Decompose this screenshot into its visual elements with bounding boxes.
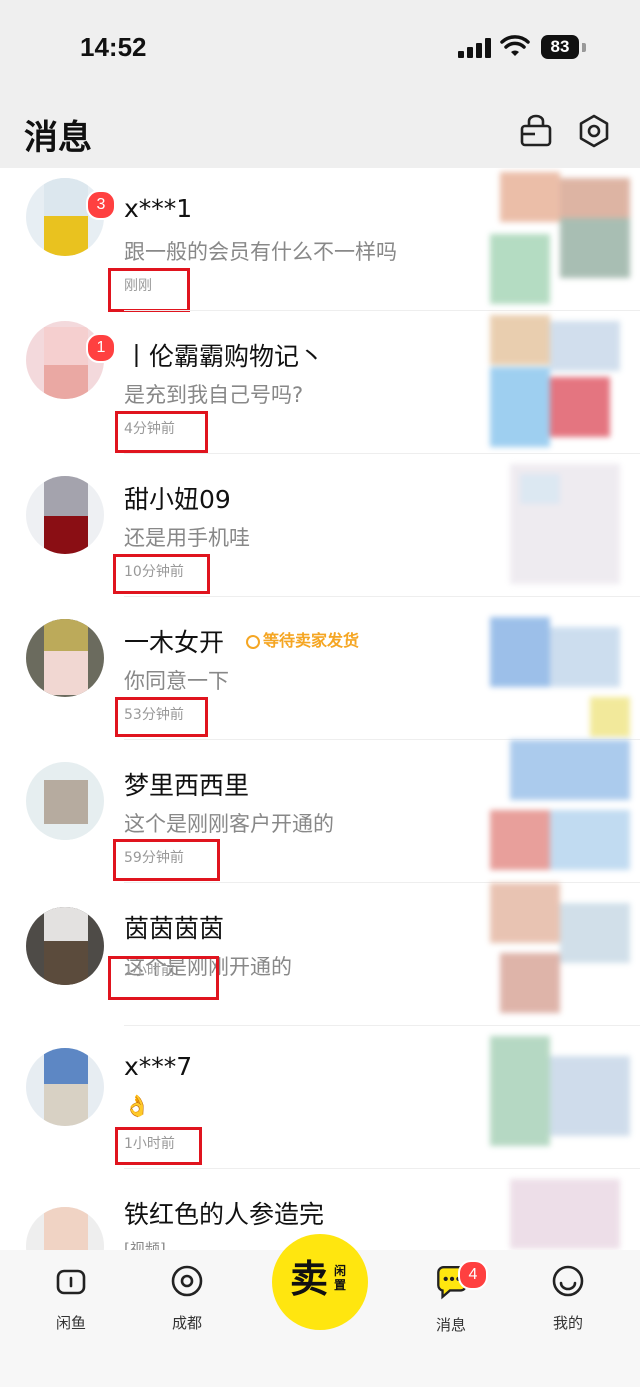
conversation-list[interactable]: 3 x***1 跟一般的会员有什么不一样吗 刚刚 1 丨伦霸霸购物记丶 是充到我…	[0, 168, 640, 1250]
conversation-row[interactable]: 茵茵茵茵 这个是刚刚开通的 1小时前	[0, 883, 640, 1026]
tab-xianyu[interactable]: 闲鱼	[26, 1264, 116, 1333]
avatar[interactable]	[26, 762, 104, 840]
item-thumbnail[interactable]	[490, 168, 640, 311]
contact-name: x***7	[124, 1052, 193, 1081]
conversation-row[interactable]: 梦里西西里 这个是刚刚客户开通的 59分钟前	[0, 740, 640, 883]
highlight-box	[113, 554, 210, 594]
sell-sublabel: 闲置	[334, 1264, 347, 1292]
message-preview: 👌	[124, 1094, 151, 1118]
page-header: 消息	[0, 96, 640, 168]
highlight-box	[115, 411, 208, 453]
contact-name: x***1	[124, 194, 193, 223]
battery-icon: 83	[541, 35, 579, 59]
highlight-box	[115, 1127, 202, 1165]
page-title: 消息	[24, 118, 92, 158]
item-thumbnail[interactable]	[490, 1026, 640, 1169]
cellular-signal-icon	[458, 38, 492, 58]
contact-name: 梦里西西里	[124, 771, 250, 800]
tab-chengdu[interactable]: 成都	[142, 1264, 232, 1333]
message-preview: 你同意一下	[124, 669, 229, 693]
tab-label: 成都	[171, 1314, 202, 1332]
item-thumbnail[interactable]	[490, 311, 640, 454]
sell-label: 卖	[290, 1257, 329, 1301]
conversation-row[interactable]: 1 丨伦霸霸购物记丶 是充到我自己号吗? 4分钟前	[0, 311, 640, 454]
battery-tip	[582, 43, 586, 52]
item-thumbnail[interactable]	[490, 454, 640, 597]
message-preview: 这个是刚刚客户开通的	[124, 812, 334, 836]
item-thumbnail[interactable]	[490, 597, 640, 740]
conversation-row[interactable]: 甜小妞09 还是用手机哇 10分钟前	[0, 454, 640, 597]
item-thumbnail[interactable]	[490, 740, 640, 883]
status-time: 14:52	[80, 32, 147, 62]
wifi-icon	[500, 35, 530, 56]
avatar[interactable]	[26, 907, 104, 985]
order-status-tag: 等待卖家发货	[246, 627, 359, 651]
item-thumbnail[interactable]	[490, 1169, 640, 1250]
tab-mine[interactable]: 我的	[523, 1264, 613, 1333]
conversation-row[interactable]: 一木女开 等待卖家发货 你同意一下 53分钟前	[0, 597, 640, 740]
contact-name: 甜小妞09	[124, 485, 231, 514]
status-dot-icon	[246, 635, 260, 649]
highlight-box	[108, 268, 190, 312]
location-icon	[171, 1265, 203, 1297]
settings-icon[interactable]	[577, 114, 611, 148]
tab-label: 消息	[435, 1316, 466, 1334]
tab-messages[interactable]: 4 消息	[406, 1260, 496, 1335]
highlight-box	[108, 956, 219, 1000]
contact-name: 茵茵茵茵	[124, 914, 225, 943]
message-preview: 是充到我自己号吗?	[124, 383, 304, 407]
unread-badge: 1	[86, 333, 116, 363]
avatar[interactable]	[26, 476, 104, 554]
conversation-row[interactable]: x***7 👌 1小时前	[0, 1026, 640, 1169]
tab-label: 我的	[552, 1314, 583, 1332]
unread-badge: 3	[86, 190, 116, 220]
avatar[interactable]	[26, 1207, 104, 1250]
item-thumbnail[interactable]	[490, 883, 640, 1026]
shop-bag-icon[interactable]	[519, 114, 553, 148]
highlight-box	[115, 697, 208, 737]
fish-home-icon	[56, 1269, 86, 1295]
contact-name: 丨伦霸霸购物记丶	[124, 342, 325, 371]
tab-label: 闲鱼	[55, 1314, 86, 1332]
avatar[interactable]	[26, 1048, 104, 1126]
smiley-profile-icon	[552, 1265, 584, 1297]
message-preview: 跟一般的会员有什么不一样吗	[124, 240, 397, 264]
message-preview: 还是用手机哇	[124, 526, 250, 550]
sell-button[interactable]: 卖 闲置	[272, 1234, 368, 1330]
highlight-box	[113, 839, 220, 881]
contact-name: 一木女开	[124, 628, 225, 657]
avatar[interactable]	[26, 619, 104, 697]
contact-name: 铁红色的人参造完	[124, 1200, 325, 1229]
message-preview: [视频]	[124, 1240, 166, 1250]
status-bar: 14:52 83	[0, 0, 640, 96]
messages-badge: 4	[458, 1260, 488, 1290]
bottom-tab-bar: 闲鱼 成都 卖 闲置 4 消息 我的	[0, 1234, 640, 1387]
conversation-row[interactable]: 3 x***1 跟一般的会员有什么不一样吗 刚刚	[0, 168, 640, 312]
